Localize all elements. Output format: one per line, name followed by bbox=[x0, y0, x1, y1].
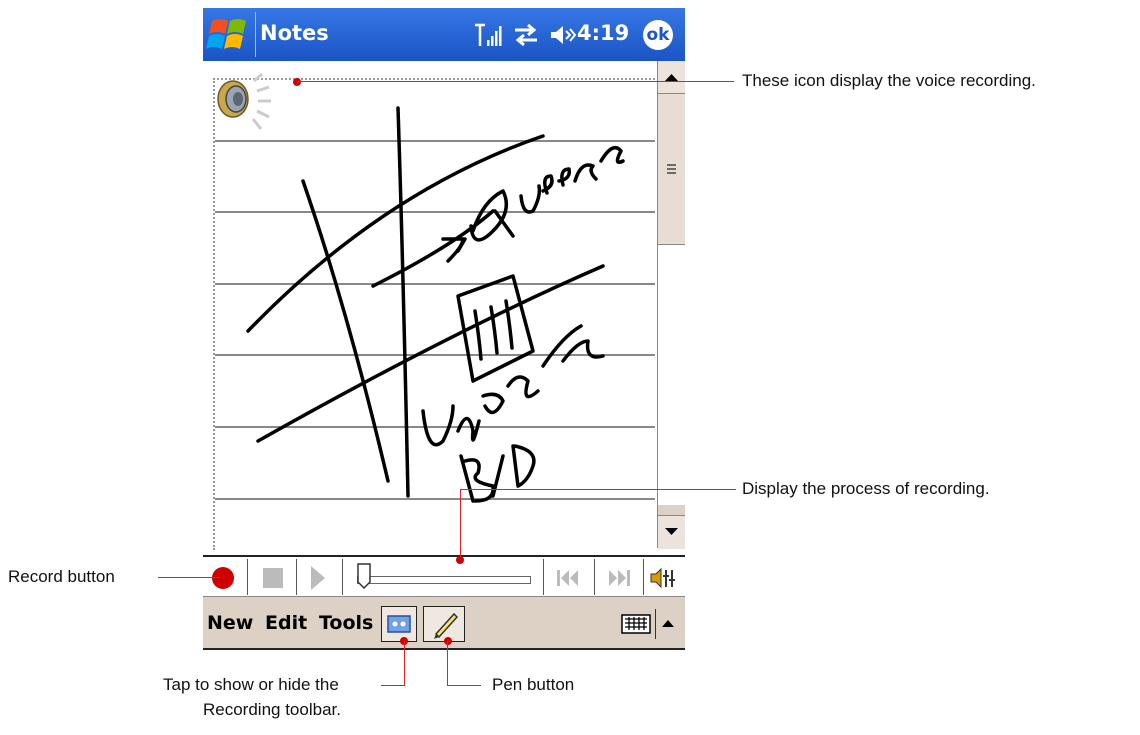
menu-tools[interactable]: Tools bbox=[319, 612, 373, 634]
grip-icon bbox=[667, 164, 676, 174]
callout-line bbox=[447, 685, 481, 686]
callout-record-button: Record button bbox=[8, 567, 115, 586]
menu-new[interactable]: New bbox=[207, 612, 253, 634]
callout-line bbox=[404, 641, 405, 685]
recording-toolbar-toggle-button[interactable] bbox=[381, 606, 417, 642]
pen-button[interactable] bbox=[423, 606, 465, 642]
title-separator bbox=[255, 12, 256, 57]
recording-toolbar bbox=[203, 555, 685, 597]
ok-button[interactable]: ok bbox=[643, 20, 673, 50]
play-button[interactable] bbox=[311, 566, 325, 590]
app-title: Notes bbox=[260, 21, 329, 45]
vertical-scrollbar[interactable] bbox=[657, 61, 685, 549]
clock[interactable]: 4:19 bbox=[577, 21, 629, 45]
callout-dot bbox=[219, 574, 227, 582]
arrow-up-icon bbox=[665, 74, 678, 81]
scroll-thumb[interactable] bbox=[658, 94, 685, 245]
arrow-down-icon bbox=[665, 528, 678, 535]
scroll-up-button[interactable] bbox=[658, 61, 685, 94]
handwriting-ink bbox=[246, 106, 625, 503]
callout-recording-process: Display the process of recording. bbox=[742, 479, 990, 498]
fast-forward-icon[interactable] bbox=[607, 569, 631, 587]
sync-icon[interactable] bbox=[512, 22, 540, 48]
pda-screen: Notes 4:19 ok New Edit Tools bbox=[203, 8, 685, 650]
callout-dot bbox=[456, 556, 464, 564]
toolbar-separator bbox=[543, 559, 544, 595]
callout-toggle-line2: Recording toolbar. bbox=[203, 700, 341, 719]
pen-icon bbox=[434, 612, 459, 639]
title-bar: Notes 4:19 ok bbox=[203, 8, 685, 61]
volume-icon[interactable] bbox=[549, 23, 577, 47]
stop-button[interactable] bbox=[263, 568, 283, 588]
signal-icon[interactable] bbox=[473, 22, 503, 48]
callout-toggle-line1: Tap to show or hide the bbox=[163, 675, 339, 694]
callout-line bbox=[158, 577, 220, 578]
scroll-track[interactable] bbox=[658, 245, 685, 505]
scroll-down-button[interactable] bbox=[658, 515, 685, 549]
note-canvas[interactable] bbox=[203, 61, 657, 550]
recording-progress-thumb[interactable] bbox=[357, 563, 371, 589]
toolbar-separator bbox=[342, 559, 343, 595]
recording-progress-track[interactable] bbox=[357, 576, 531, 584]
input-panel-arrow-icon[interactable] bbox=[662, 620, 674, 627]
menu-edit[interactable]: Edit bbox=[265, 612, 307, 634]
callout-pen-button: Pen button bbox=[492, 675, 575, 694]
volume-control-icon[interactable] bbox=[649, 566, 679, 590]
menu-separator bbox=[655, 609, 656, 639]
rewind-icon[interactable] bbox=[556, 569, 580, 587]
callout-line bbox=[381, 685, 405, 686]
callout-line bbox=[460, 489, 736, 490]
cassette-icon bbox=[387, 615, 411, 633]
callout-line bbox=[297, 81, 734, 82]
keyboard-icon[interactable] bbox=[621, 613, 651, 635]
windows-start-icon[interactable] bbox=[206, 15, 252, 55]
callout-dot bbox=[444, 637, 452, 645]
toolbar-separator bbox=[247, 559, 248, 595]
toolbar-separator bbox=[643, 559, 644, 595]
callout-line bbox=[447, 641, 448, 685]
toolbar-separator bbox=[296, 559, 297, 595]
toolbar-separator bbox=[594, 559, 595, 595]
callout-dot bbox=[293, 78, 301, 86]
callout-line bbox=[460, 489, 461, 557]
callout-voice-recording: These icon display the voice recording. bbox=[742, 71, 1036, 90]
